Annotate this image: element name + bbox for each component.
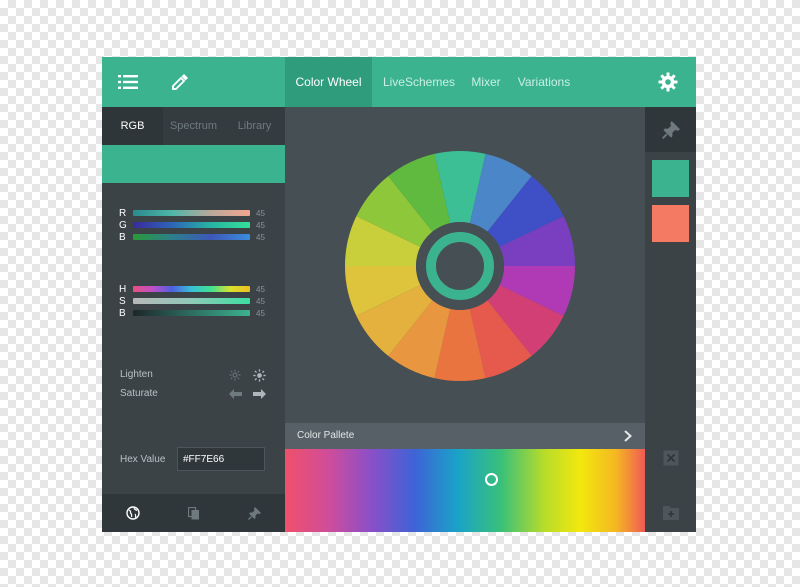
tab-library[interactable]: Library: [224, 107, 285, 145]
slider-g-value: 45: [256, 220, 265, 230]
menu-icon[interactable]: [116, 70, 140, 94]
slider-b-track[interactable]: [133, 234, 250, 240]
arrow-left-icon[interactable]: [228, 387, 242, 401]
slider-h-track[interactable]: [133, 286, 250, 292]
slider-r-track[interactable]: [133, 210, 250, 216]
right-sidebar: [645, 107, 696, 532]
slider-r-label: R: [119, 207, 127, 219]
color-mode-tabs: RGB Spectrum Library: [102, 107, 285, 145]
slider-b-value: 45: [256, 232, 265, 242]
tab-color-wheel[interactable]: Color Wheel: [285, 57, 372, 107]
left-bottom-bar: [102, 494, 285, 532]
slider-g-track[interactable]: [133, 222, 250, 228]
lighten-label: Lighten: [120, 369, 153, 380]
close-icon[interactable]: [662, 449, 680, 467]
left-toolbar: [102, 57, 285, 107]
main-header: Color Wheel LiveSchemes Mixer Variations: [285, 57, 696, 107]
slider-b[interactable]: B 45: [119, 231, 269, 243]
add-folder-icon[interactable]: [662, 503, 680, 521]
tab-liveschemes[interactable]: LiveSchemes: [377, 57, 461, 107]
arrow-right-icon[interactable]: [252, 387, 266, 401]
saved-swatch-coral[interactable]: [652, 205, 689, 242]
left-panel: RGB Spectrum Library R 45 G 45 B 45 H 45: [102, 57, 285, 532]
slider-r[interactable]: R 45: [119, 207, 269, 219]
slider-bright-label: B: [119, 307, 126, 319]
slider-s-label: S: [119, 295, 126, 307]
current-color-swatch: [102, 145, 285, 183]
slider-s-value: 45: [256, 296, 265, 306]
slider-s-track[interactable]: [133, 298, 250, 304]
slider-h-value: 45: [256, 284, 265, 294]
slider-h[interactable]: H 45: [119, 283, 269, 295]
slider-r-value: 45: [256, 208, 265, 218]
sun-dim-icon[interactable]: [228, 368, 242, 382]
color-app: RGB Spectrum Library R 45 G 45 B 45 H 45: [102, 57, 696, 532]
saturate-label: Saturate: [120, 388, 158, 399]
pin-icon[interactable]: [224, 494, 285, 532]
hex-label: Hex Value: [120, 454, 166, 465]
color-wheel-area: [285, 107, 645, 423]
slider-g-label: G: [119, 219, 127, 231]
slider-bright-track[interactable]: [133, 310, 250, 316]
slider-g[interactable]: G 45: [119, 219, 269, 231]
hex-input[interactable]: #FF7E66: [177, 447, 265, 471]
tab-variations[interactable]: Variations: [514, 57, 574, 107]
sun-bright-icon[interactable]: [252, 368, 266, 382]
color-spectrum[interactable]: [285, 449, 645, 532]
tab-rgb[interactable]: RGB: [102, 107, 163, 145]
slider-b-label: B: [119, 231, 126, 243]
slider-bright[interactable]: B 45: [119, 307, 269, 319]
spectrum-picker[interactable]: [485, 473, 498, 486]
slider-s[interactable]: S 45: [119, 295, 269, 307]
tab-mixer[interactable]: Mixer: [466, 57, 506, 107]
pin-icon[interactable]: [645, 107, 696, 152]
color-wheel[interactable]: [285, 107, 645, 423]
copy-icon[interactable]: [163, 494, 224, 532]
tab-spectrum[interactable]: Spectrum: [163, 107, 224, 145]
palette-label: Color Pallete: [297, 430, 355, 441]
chevron-right-icon[interactable]: [621, 428, 635, 444]
slider-bright-value: 45: [256, 308, 265, 318]
globe-icon[interactable]: [102, 494, 163, 532]
eyedropper-icon[interactable]: [168, 70, 192, 94]
saved-swatch-green[interactable]: [652, 160, 689, 197]
gear-icon[interactable]: [657, 71, 679, 93]
slider-h-label: H: [119, 283, 127, 295]
palette-header[interactable]: Color Pallete: [285, 423, 645, 449]
